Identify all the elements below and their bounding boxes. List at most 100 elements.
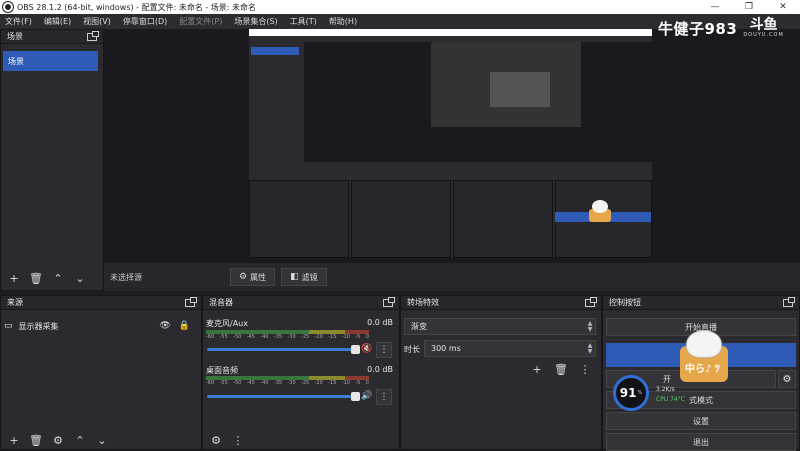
undock-icon[interactable] — [87, 30, 99, 41]
settings-button[interactable]: 设置 — [606, 412, 796, 430]
sources-title: 来源 — [7, 298, 23, 307]
meter-scale: -60 -55 -50 -45 -40 -35 -30 -25 -20 -15 -10 -5 0 — [206, 334, 369, 340]
properties-label: 属性 — [250, 272, 267, 282]
undock-icon[interactable] — [185, 296, 197, 307]
channel-db: 0.0 dB — [367, 318, 393, 327]
nested-titlebar — [249, 29, 652, 36]
lock-icon[interactable]: 🔒 — [179, 321, 190, 331]
transitions-header: 转场特效 — [401, 296, 601, 310]
obs-logo-icon — [3, 2, 13, 12]
menu-tools[interactable]: 工具(T) — [290, 16, 317, 27]
move-down-button[interactable]: ⌄ — [93, 432, 111, 448]
douyu-logo-sub: DOUYU.COM — [743, 32, 784, 38]
transitions-title: 转场特效 — [407, 298, 439, 307]
transition-selected: 渐变 — [411, 322, 427, 331]
channel-menu-button[interactable]: ⋮ — [376, 389, 392, 405]
chevron-updown-icon: ▲ ▼ — [587, 319, 593, 333]
menu-view[interactable]: 视图(V) — [83, 16, 111, 27]
channel-db: 0.0 dB — [367, 365, 393, 374]
sources-toolbar: + 🗑 ⚙ ⌃ ⌄ — [1, 430, 201, 450]
window-titlebar: OBS 28.1.2 (64-bit, windows) - 配置文件: 未命名… — [0, 0, 800, 14]
mixer-menu-button[interactable]: ⋮ — [229, 432, 247, 448]
source-list-item[interactable]: ▭ 显示器采集 👁 🔒 — [4, 318, 194, 334]
no-source-label: 未选择源 — [110, 272, 142, 282]
filters-button[interactable]: ◧ 滤镜 — [281, 268, 327, 286]
move-up-button[interactable]: ⌃ — [71, 432, 89, 448]
scenes-header: 场景 — [1, 30, 103, 44]
eye-icon[interactable]: 👁 — [159, 321, 170, 331]
scene-list-item[interactable]: 场景 — [3, 51, 98, 71]
exit-button[interactable]: 退出 — [606, 433, 796, 451]
properties-button[interactable]: ⚙ 属性 — [230, 268, 276, 286]
cat-mascot-icon: 中ら♪ ﾂ — [680, 328, 728, 382]
close-icon[interactable]: ✕ — [766, 2, 800, 12]
mixer-channel-mic: 麦克风/Aux 0.0 dB -60 -55 -50 -45 -40 -35 -30 -25-… — [203, 318, 396, 358]
undock-icon[interactable] — [383, 296, 395, 307]
volume-slider-handle[interactable] — [351, 392, 360, 401]
controls-title: 控制按钮 — [609, 298, 641, 307]
volume-slider-handle[interactable] — [351, 345, 360, 354]
nested-mixer-dock — [351, 180, 451, 258]
speaker-muted-icon[interactable]: 🔇 — [361, 344, 372, 354]
gauge-value: 91 — [619, 386, 637, 400]
cpu-temp: CPU 74°C — [656, 396, 685, 403]
spinner-icon[interactable]: ▲ ▼ — [585, 342, 595, 355]
mixer-toolbar: ⚙ ⋮ — [203, 430, 399, 450]
scenes-toolbar: + 🗑 ⌃ ⌄ — [1, 268, 103, 288]
remove-transition-button[interactable]: 🗑 — [552, 361, 570, 377]
source-properties-button[interactable]: ⚙ — [49, 432, 67, 448]
remove-scene-button[interactable]: 🗑 — [27, 270, 45, 286]
channel-name: 麦克风/Aux — [206, 319, 248, 328]
speaker-icon[interactable]: 🔊 — [361, 391, 372, 401]
add-source-button[interactable]: + — [5, 432, 23, 448]
sources-header: 来源 — [1, 296, 201, 310]
source-toolbar: 未选择源 ⚙ 属性 ◧ 滤镜 — [104, 263, 800, 291]
controls-header: 控制按钮 — [603, 296, 799, 310]
menu-help[interactable]: 帮助(H) — [329, 16, 357, 27]
menu-scene-collection[interactable]: 场景集合(S) — [234, 16, 277, 27]
add-scene-button[interactable]: + — [5, 270, 23, 286]
preview-canvas[interactable] — [249, 29, 652, 258]
monitor-icon: ▭ — [4, 321, 13, 331]
menu-edit[interactable]: 编辑(E) — [44, 16, 71, 27]
duration-label: 时长 — [404, 344, 420, 354]
network-speed: 3.2K/s — [656, 386, 675, 393]
duration-input[interactable]: 300 ms ▲ ▼ — [424, 340, 596, 357]
transition-menu-button[interactable]: ⋮ — [576, 361, 594, 377]
watermark-text: 牛健子983 — [658, 19, 738, 38]
nested-scene-item — [251, 47, 299, 55]
filter-icon: ◧ — [290, 272, 299, 282]
window-title: OBS 28.1.2 (64-bit, windows) - 配置文件: 未命名… — [17, 2, 257, 12]
mixer-title: 混音器 — [209, 298, 233, 307]
advanced-audio-button[interactable]: ⚙ — [207, 432, 225, 448]
minimize-icon[interactable]: — — [698, 2, 732, 12]
channel-menu-button[interactable]: ⋮ — [376, 342, 392, 358]
duration-value: 300 ms — [431, 344, 461, 353]
douyu-logo-text: 斗鱼 — [749, 17, 778, 33]
volume-slider[interactable] — [207, 345, 360, 354]
remove-source-button[interactable]: 🗑 — [27, 432, 45, 448]
menu-file[interactable]: 文件(F) — [5, 16, 32, 27]
gear-icon: ⚙ — [239, 272, 248, 282]
channel-name: 桌面音频 — [206, 366, 238, 375]
mixer-channel-desktop: 桌面音频 0.0 dB -60 -55 -50 -45 -40 -35 -30 -25 -20-… — [203, 365, 396, 405]
volume-slider[interactable] — [207, 392, 360, 401]
maximize-icon[interactable]: ❐ — [732, 2, 766, 12]
menu-profile[interactable]: 配置文件(P) — [179, 16, 222, 27]
undock-icon[interactable] — [585, 296, 597, 307]
mixer-header: 混音器 — [203, 296, 399, 310]
cpu-gauge: 91 % — [613, 375, 649, 411]
gear-icon[interactable]: ⚙ — [778, 370, 796, 388]
douyu-logo: 斗鱼 DOUYU.COM — [743, 18, 784, 38]
nested-transitions-dock — [453, 180, 553, 258]
menu-docks[interactable]: 停靠窗口(D) — [123, 16, 167, 27]
source-name: 显示器采集 — [18, 321, 59, 331]
move-down-button[interactable]: ⌄ — [71, 270, 89, 286]
move-up-button[interactable]: ⌃ — [49, 270, 67, 286]
transition-select[interactable]: 渐变 ▲ ▼ — [404, 318, 596, 335]
add-transition-button[interactable]: + — [528, 361, 546, 377]
nested-preview-inner2 — [490, 72, 550, 107]
nested-preview — [304, 42, 652, 162]
nested-sources-dock — [249, 180, 349, 258]
undock-icon[interactable] — [783, 296, 795, 307]
